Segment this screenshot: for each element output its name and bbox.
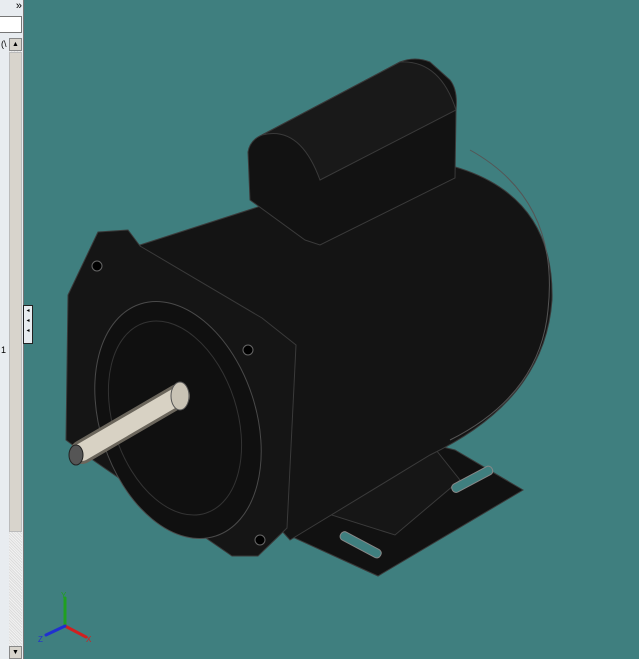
vertical-scrollbar[interactable]: ▲ ▼ — [9, 38, 22, 659]
coordinate-triad: Y X Z — [38, 591, 92, 644]
expand-panel-button[interactable]: » — [0, 0, 22, 14]
mount-hole — [242, 344, 254, 356]
tree-item-text: (\ — [1, 39, 7, 49]
feature-manager-panel: » (\ 1 ▲ ▼ — [0, 0, 24, 659]
scroll-thumb[interactable] — [9, 52, 22, 532]
motor-model — [65, 58, 553, 577]
mount-hole — [91, 260, 103, 272]
scroll-up-button[interactable]: ▲ — [9, 38, 22, 51]
x-axis-arrow — [63, 624, 88, 639]
z-axis-arrow — [44, 624, 67, 637]
y-axis-label: Y — [61, 591, 67, 600]
z-axis-label: Z — [38, 635, 43, 644]
mount-hole — [254, 534, 266, 546]
tree-item-number: 1 — [1, 345, 7, 355]
x-axis-label: X — [86, 635, 92, 644]
scroll-down-button[interactable]: ▼ — [9, 646, 22, 659]
filter-input[interactable] — [0, 16, 22, 33]
graphics-viewport[interactable]: Y X Z — [24, 0, 639, 659]
